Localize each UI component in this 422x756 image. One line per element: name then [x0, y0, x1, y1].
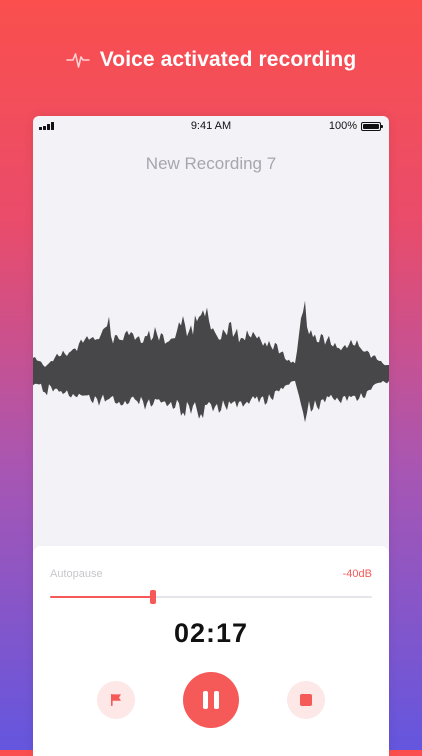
stop-button[interactable] — [287, 681, 325, 719]
playback-controls — [33, 672, 389, 728]
flag-icon — [111, 694, 121, 706]
pause-button[interactable] — [183, 672, 239, 728]
recording-name[interactable]: New Recording 7 — [33, 154, 389, 174]
pause-icon — [203, 691, 219, 709]
recording-timer: 02:17 — [173, 618, 249, 648]
autopause-row: Autopause -40dB — [50, 568, 372, 580]
pulse-icon — [65, 53, 90, 68]
battery-icon — [361, 121, 383, 131]
autopause-threshold: -40dB — [342, 568, 372, 580]
slider-thumb[interactable] — [150, 590, 157, 604]
status-bar: 9:41 AM 100% — [33, 116, 389, 136]
recording-panel: Autopause -40dB 02:17 — [33, 546, 389, 756]
autopause-slider[interactable] — [50, 590, 372, 604]
hero-header: Voice activated recording — [0, 44, 422, 76]
stop-icon — [300, 694, 312, 706]
phone-screen: 9:41 AM 100% New Recording 7 Autopause -… — [33, 116, 389, 756]
battery-percent: 100% — [328, 120, 357, 132]
battery-indicator: 100% — [328, 120, 383, 132]
autopause-label: Autopause — [50, 568, 103, 580]
waveform — [33, 300, 389, 423]
hero-title: Voice activated recording — [99, 48, 357, 71]
slider-fill — [50, 596, 154, 598]
signal-icon — [39, 122, 54, 130]
waveform-path — [33, 300, 389, 423]
flag-button[interactable] — [97, 681, 135, 719]
